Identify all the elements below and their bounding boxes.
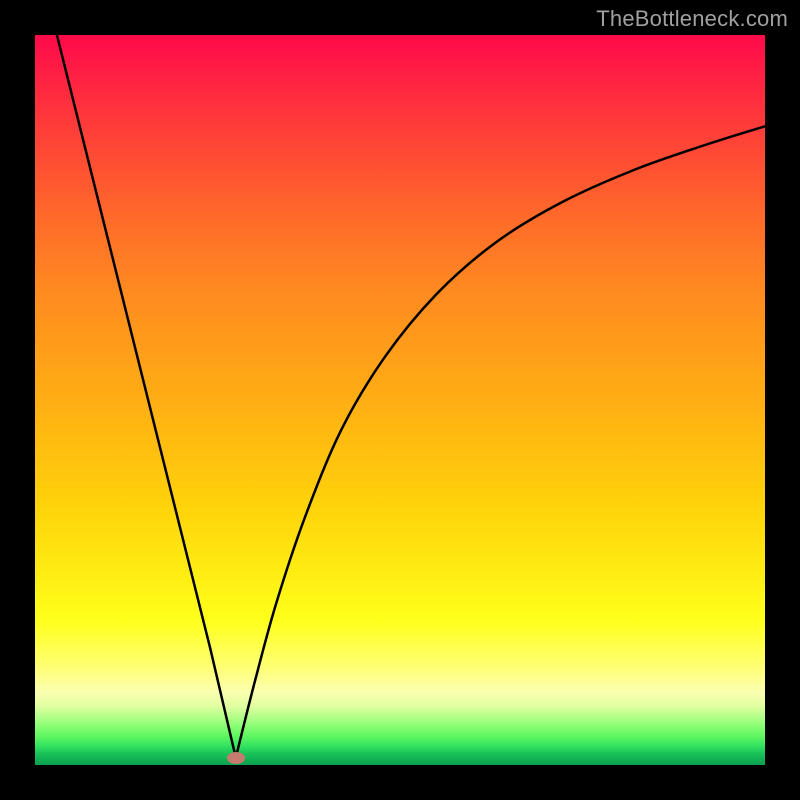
attribution-label: TheBottleneck.com — [596, 6, 788, 32]
chart-frame: TheBottleneck.com — [0, 0, 800, 800]
curve-right-branch — [236, 126, 765, 757]
bottleneck-curve — [35, 35, 765, 765]
minimum-marker — [227, 752, 245, 764]
curve-left-branch — [57, 35, 236, 758]
